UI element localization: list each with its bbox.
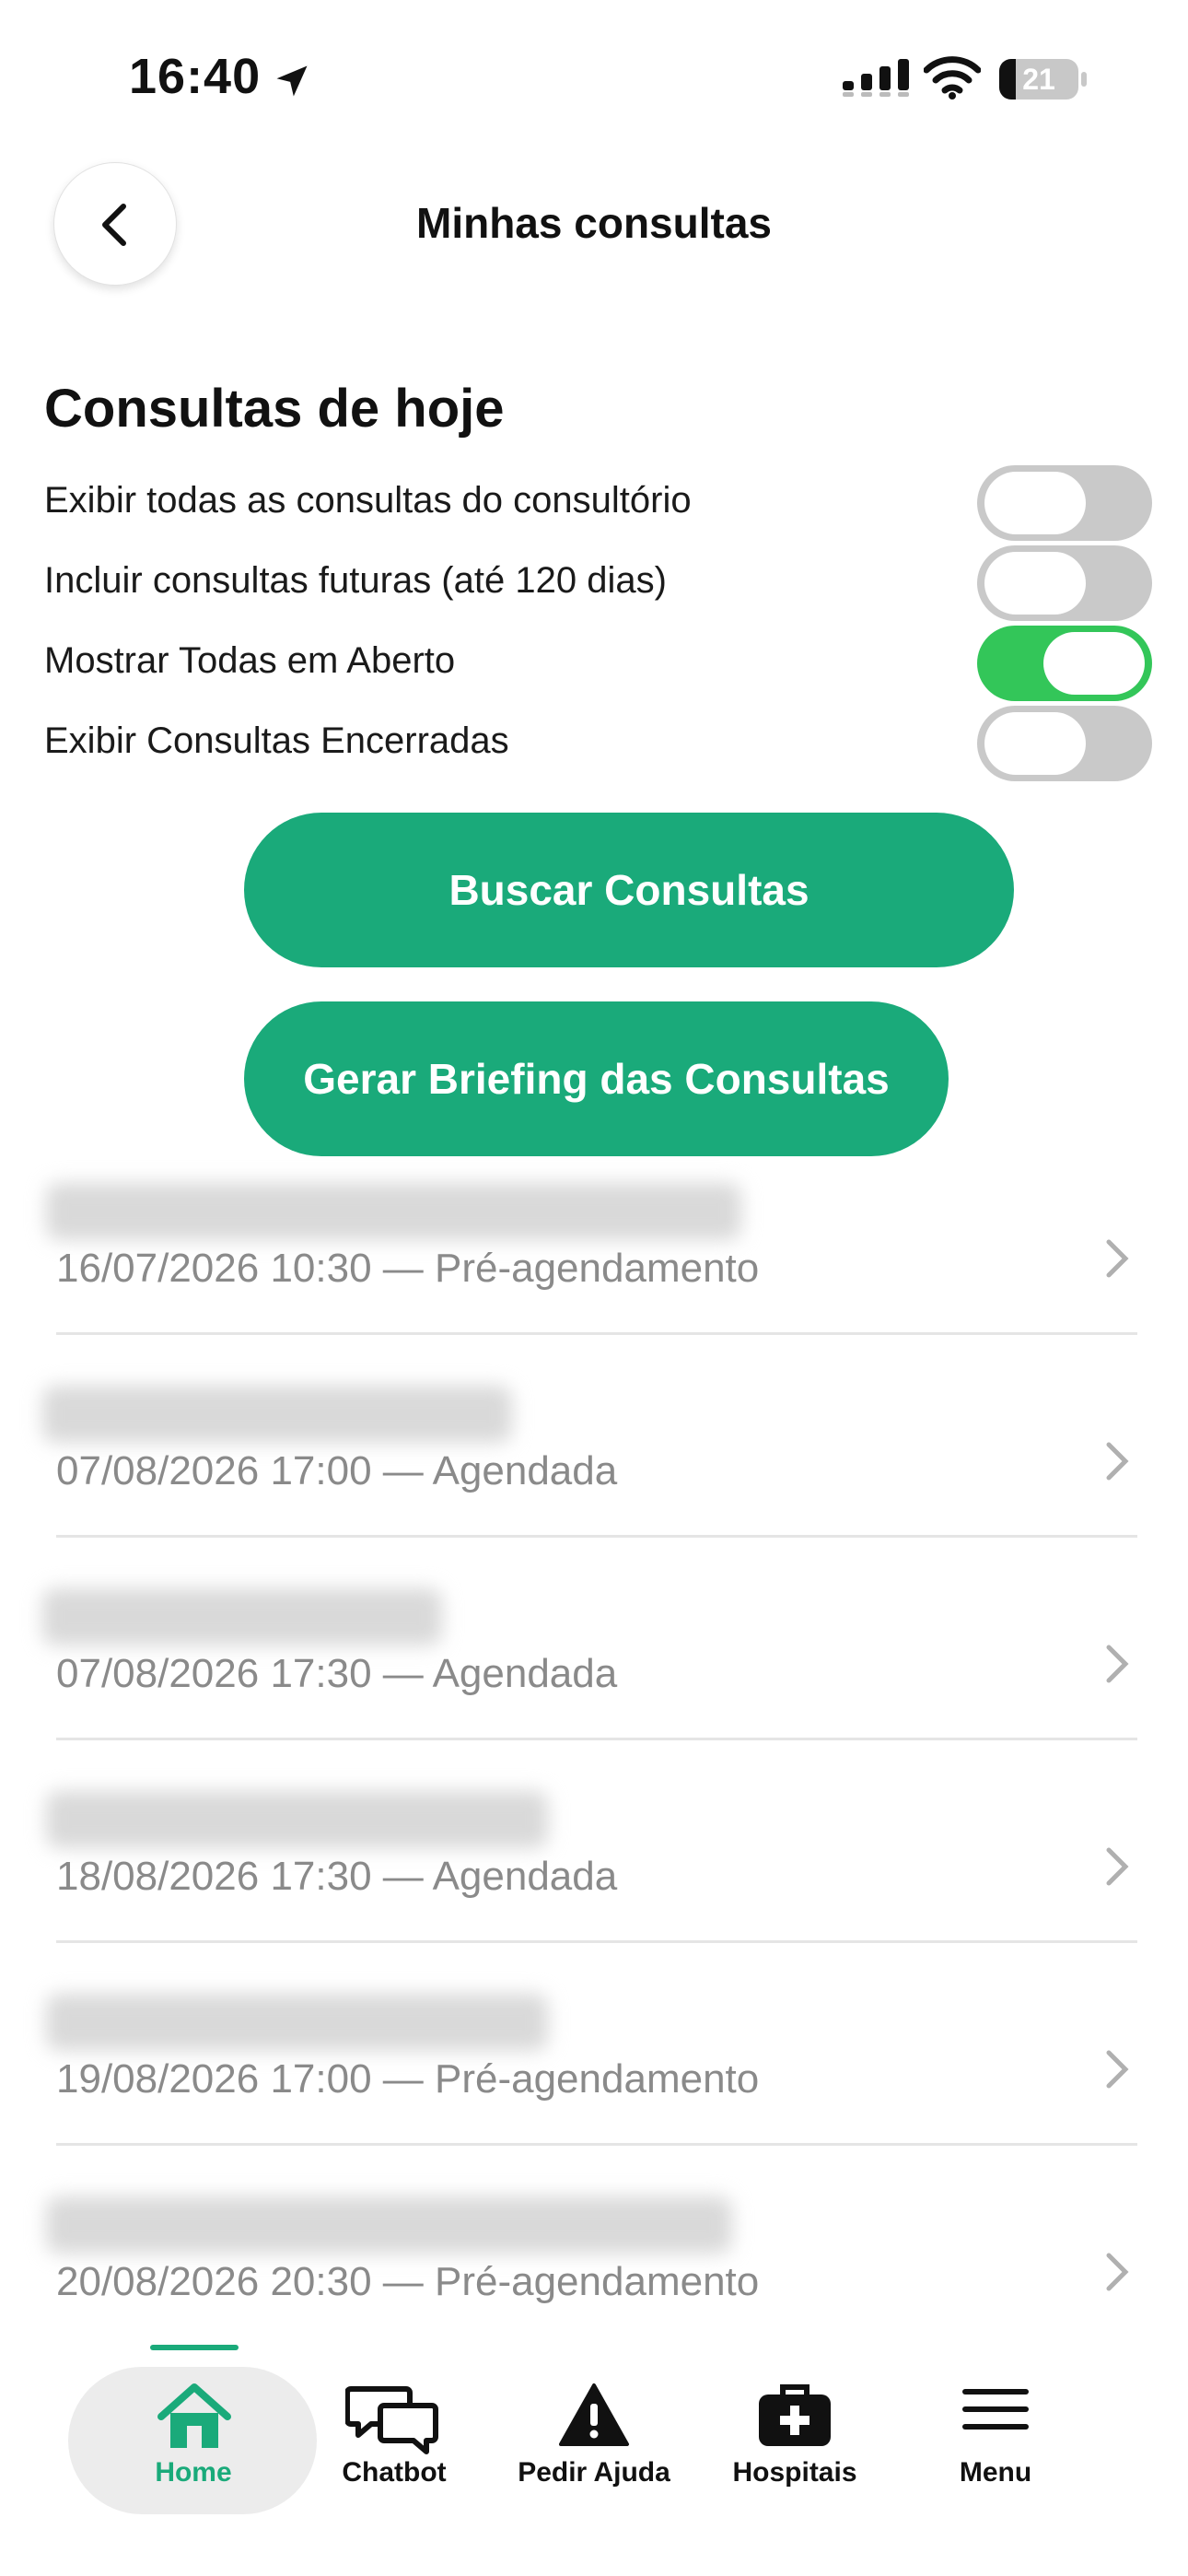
status-time: 16:40 bbox=[129, 49, 262, 104]
redacted-patient-name bbox=[46, 1791, 548, 1848]
section-title: Consultas de hoje bbox=[44, 379, 505, 439]
page-title: Minhas consultas bbox=[416, 199, 772, 247]
toggle-switch-closed[interactable] bbox=[977, 706, 1152, 781]
battery-level: 21 bbox=[1022, 63, 1055, 96]
medical-kit-icon bbox=[759, 2384, 831, 2446]
toggle-row-open: Mostrar Todas em Aberto bbox=[44, 626, 1152, 701]
chevron-right-icon bbox=[1106, 2050, 1129, 2089]
toggle-switch-open[interactable] bbox=[977, 626, 1152, 701]
tab-label: Hospitais bbox=[732, 2457, 857, 2488]
toggle-label: Mostrar Todas em Aberto bbox=[44, 640, 456, 681]
tab-pedir-ajuda[interactable]: Pedir Ajuda bbox=[494, 2345, 694, 2529]
warning-triangle-icon bbox=[559, 2383, 629, 2446]
redacted-patient-name bbox=[46, 1183, 741, 1240]
toggle-switch-all-office[interactable] bbox=[977, 465, 1152, 541]
tab-label: Home bbox=[155, 2457, 232, 2488]
list-item[interactable]: 19/08/2026 17:00 — Pré-agendamento bbox=[0, 1990, 1188, 2194]
toggle-row-all-office: Exibir todas as consultas do consultório bbox=[44, 465, 1152, 541]
search-appointments-button[interactable]: Buscar Consultas bbox=[244, 813, 1014, 967]
appointment-meta: 07/08/2026 17:00 — Agendada bbox=[56, 1448, 618, 1493]
tab-hospitais[interactable]: Hospitais bbox=[694, 2345, 895, 2529]
appointment-meta: 18/08/2026 17:30 — Agendada bbox=[56, 1854, 618, 1899]
redacted-patient-name bbox=[42, 1588, 442, 1645]
tab-label: Chatbot bbox=[342, 2457, 447, 2488]
redacted-patient-name bbox=[42, 1386, 512, 1443]
appointment-meta: 16/07/2026 10:30 — Pré-agendamento bbox=[56, 1246, 760, 1291]
chevron-right-icon bbox=[1106, 1645, 1129, 1683]
list-item[interactable]: 07/08/2026 17:30 — Agendada bbox=[0, 1585, 1188, 1788]
toggle-row-closed: Exibir Consultas Encerradas bbox=[44, 706, 1152, 781]
chevron-right-icon bbox=[1106, 2253, 1129, 2291]
chat-bubbles-icon bbox=[345, 2386, 438, 2454]
wifi-icon bbox=[924, 56, 981, 100]
generate-briefing-button[interactable]: Gerar Briefing das Consultas bbox=[244, 1001, 949, 1156]
appointment-meta: 20/08/2026 20:30 — Pré-agendamento bbox=[56, 2259, 760, 2304]
status-bar: 16:40 21 bbox=[0, 0, 1188, 157]
appointment-meta: 19/08/2026 17:00 — Pré-agendamento bbox=[56, 2056, 760, 2102]
home-icon bbox=[157, 2383, 231, 2448]
bottom-tab-bar: Home Chatbot Pedir Ajuda Hospitais Menu bbox=[0, 2345, 1188, 2576]
toggle-label: Exibir todas as consultas do consultório bbox=[44, 480, 692, 521]
list-item[interactable]: 07/08/2026 17:00 — Agendada bbox=[0, 1382, 1188, 1586]
cellular-signal-icon bbox=[843, 59, 909, 97]
tab-label: Menu bbox=[959, 2457, 1032, 2488]
tab-chatbot[interactable]: Chatbot bbox=[294, 2345, 495, 2529]
list-item[interactable]: 18/08/2026 17:30 — Agendada bbox=[0, 1787, 1188, 1991]
appointment-meta: 07/08/2026 17:30 — Agendada bbox=[56, 1651, 618, 1696]
chevron-right-icon bbox=[1106, 1239, 1129, 1278]
chevron-right-icon bbox=[1106, 1442, 1129, 1481]
tab-home[interactable]: Home bbox=[68, 2345, 317, 2529]
hamburger-menu-icon bbox=[962, 2389, 1029, 2430]
chevron-right-icon bbox=[1106, 1847, 1129, 1886]
toggle-label: Incluir consultas futuras (até 120 dias) bbox=[44, 560, 667, 601]
redacted-patient-name bbox=[46, 2196, 732, 2254]
toggle-row-future: Incluir consultas futuras (até 120 dias) bbox=[44, 545, 1152, 621]
battery-icon: 21 bbox=[999, 59, 1088, 101]
toggle-label: Exibir Consultas Encerradas bbox=[44, 720, 509, 761]
tab-label: Pedir Ajuda bbox=[518, 2457, 670, 2488]
tab-menu[interactable]: Menu bbox=[895, 2345, 1096, 2529]
location-arrow-icon bbox=[276, 65, 308, 97]
list-item[interactable]: 16/07/2026 10:30 — Pré-agendamento bbox=[0, 1179, 1188, 1383]
toggle-switch-future[interactable] bbox=[977, 545, 1152, 621]
redacted-patient-name bbox=[46, 1994, 548, 2051]
